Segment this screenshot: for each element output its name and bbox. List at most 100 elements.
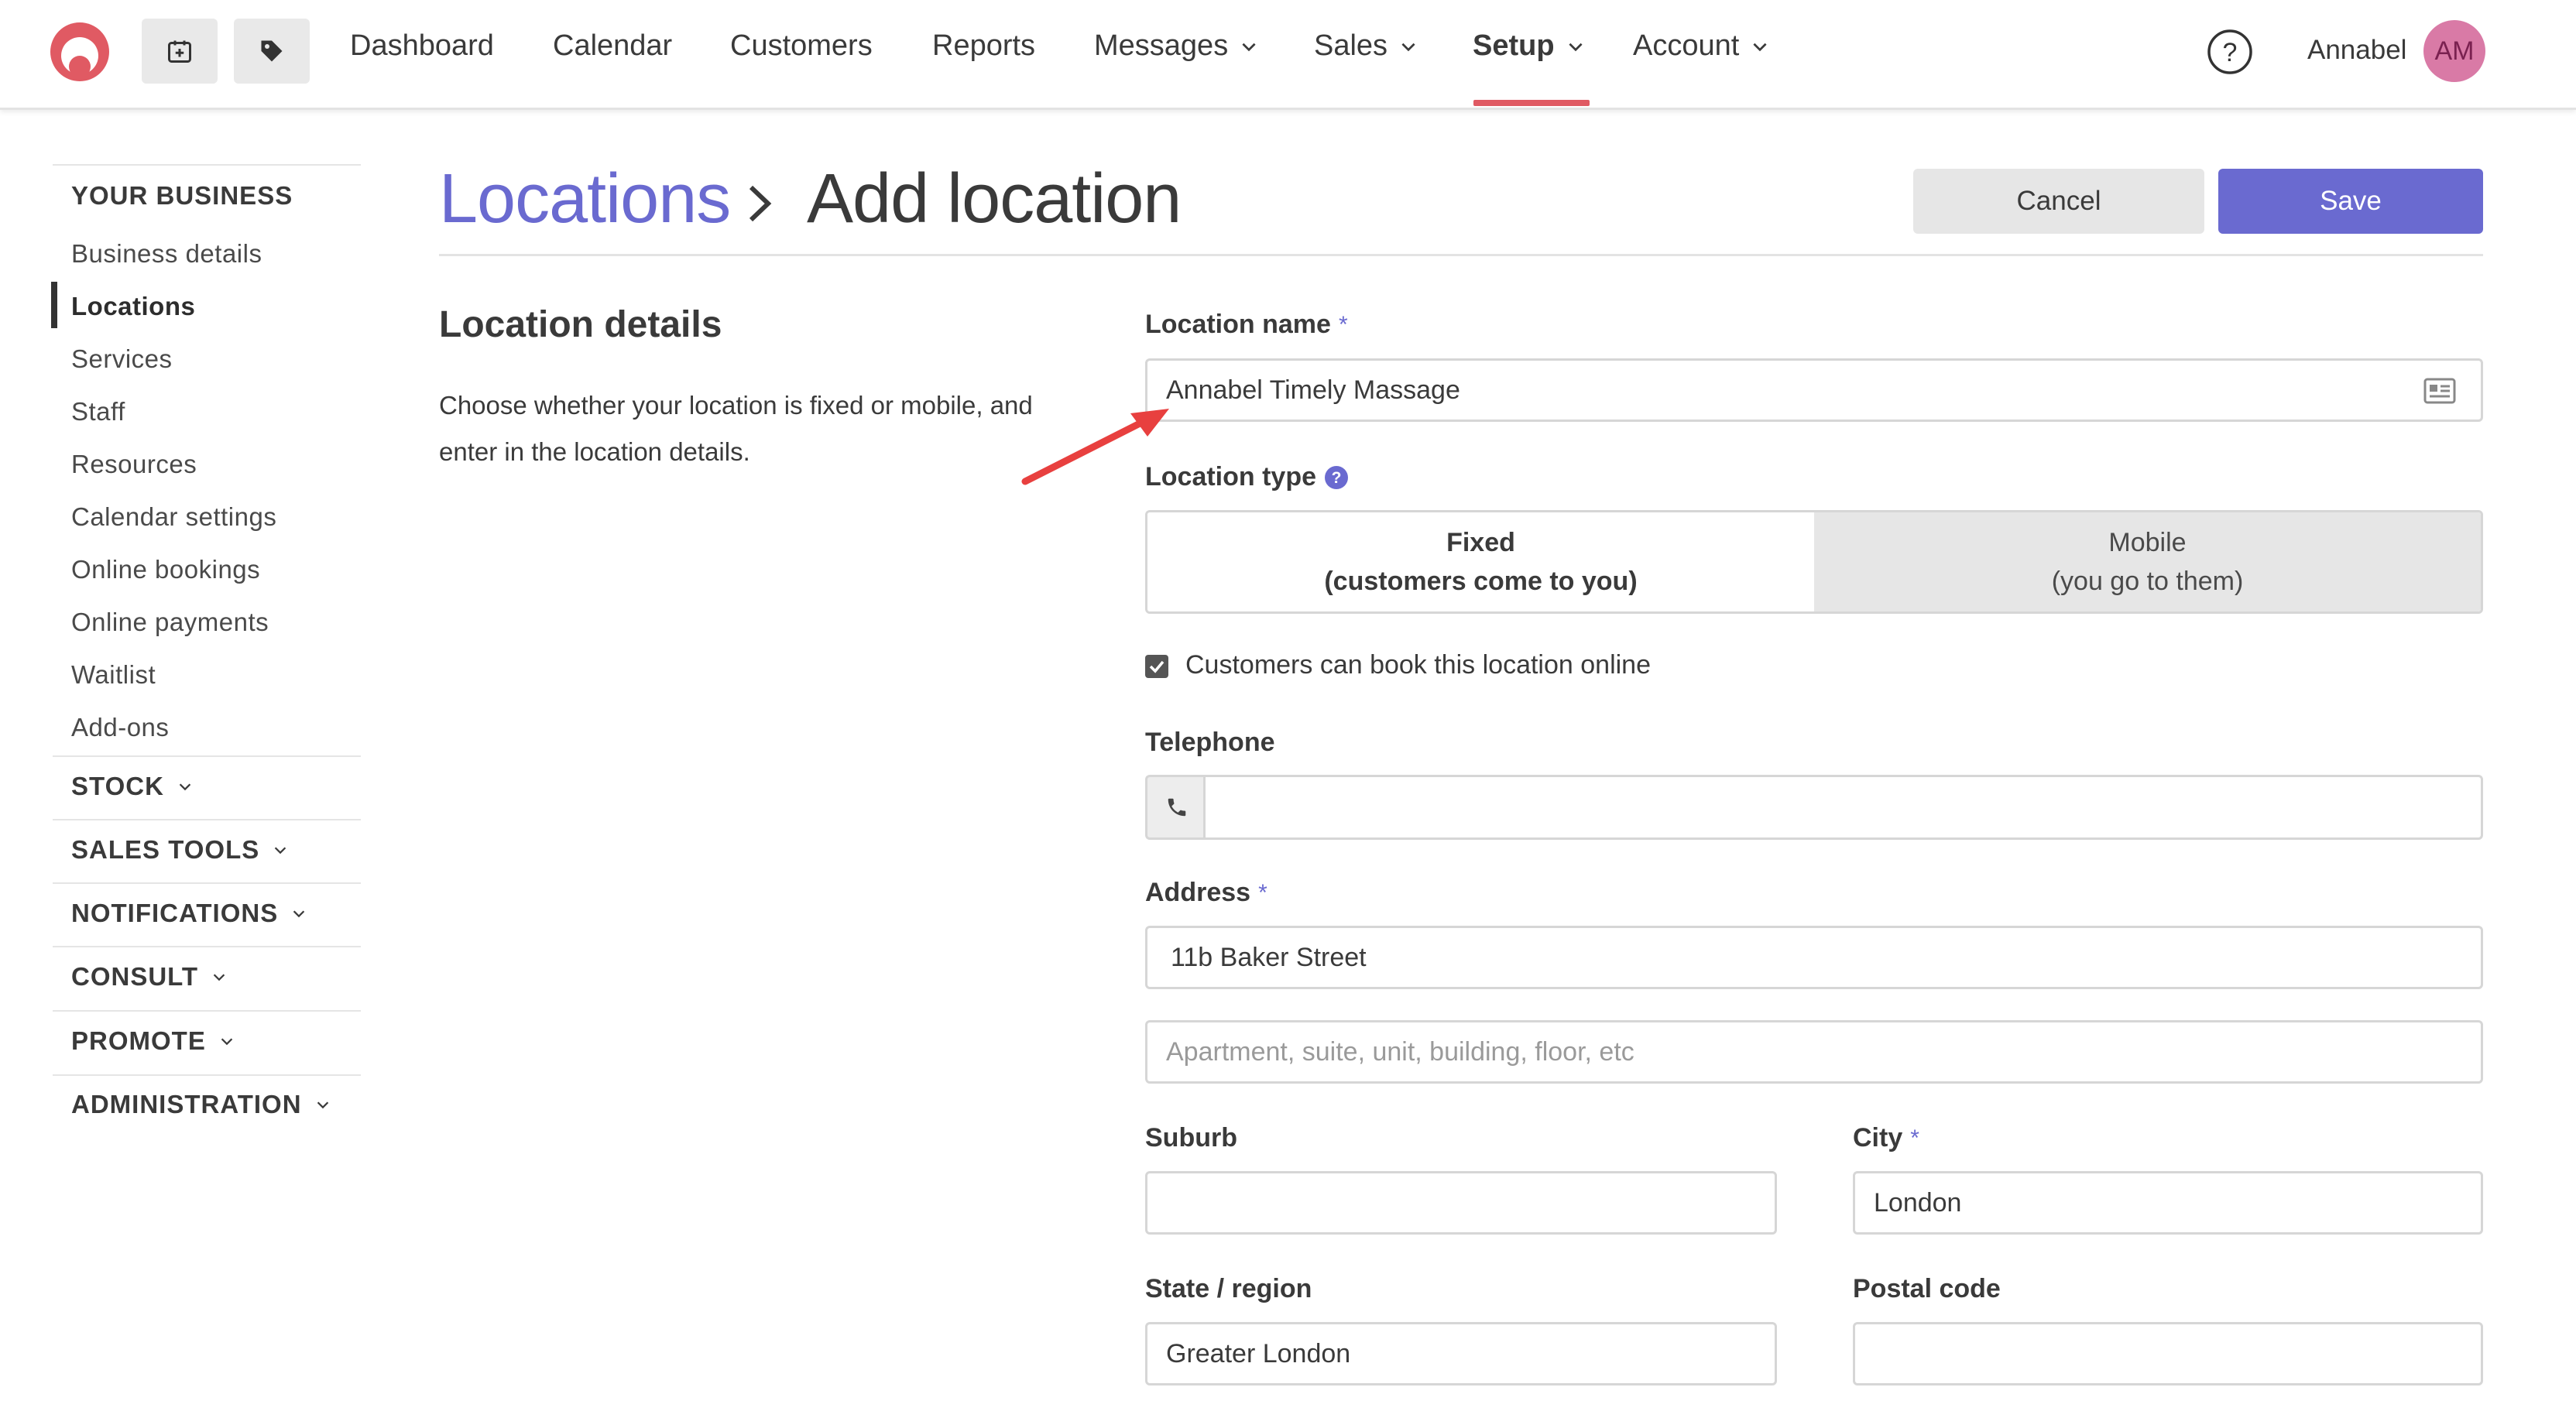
nav-account[interactable]: Account	[1633, 29, 1770, 63]
book-online-label[interactable]: Customers can book this location online	[1185, 650, 1651, 680]
sidebar-item-services[interactable]: Services	[71, 344, 173, 374]
nav-reports-label: Reports	[932, 29, 1036, 62]
state-region-value: Greater London	[1166, 1338, 1351, 1368]
sidebar-divider	[53, 1074, 361, 1076]
address-label: Address *	[1145, 878, 1267, 908]
svg-text:?: ?	[2223, 38, 2238, 67]
sidebar-section-sales-tools[interactable]: SALES TOOLS	[71, 835, 289, 865]
postal-code-input[interactable]	[1853, 1322, 2483, 1385]
chevron-down-icon	[275, 847, 286, 855]
suburb-label: Suburb	[1145, 1123, 1237, 1153]
telephone-label: Telephone	[1145, 728, 1275, 758]
sidebar-item-online-payments[interactable]: Online payments	[71, 608, 269, 637]
nav-reports[interactable]: Reports	[932, 29, 1035, 63]
location-type-label-text: Location type	[1145, 462, 1317, 492]
city-input[interactable]: London	[1853, 1171, 2483, 1235]
nav-setup[interactable]: Setup	[1473, 29, 1586, 63]
breadcrumb-locations-link[interactable]: Locations	[439, 159, 731, 239]
nav-account-label: Account	[1633, 29, 1740, 62]
chevron-down-icon	[317, 1101, 328, 1109]
sidebar-item-business-details[interactable]: Business details	[71, 239, 262, 269]
nav-setup-label: Setup	[1473, 29, 1555, 62]
timely-logo[interactable]	[48, 20, 111, 84]
sidebar-item-waitlist[interactable]: Waitlist	[71, 660, 156, 690]
nav-active-indicator	[1473, 100, 1590, 106]
avatar[interactable]: AM	[2423, 20, 2485, 82]
sidebar-item-add-ons[interactable]: Add-ons	[71, 713, 169, 742]
suburb-input[interactable]	[1145, 1171, 1777, 1235]
chevron-right-icon	[749, 185, 772, 222]
new-appointment-button[interactable]	[142, 19, 218, 84]
nav-dashboard[interactable]: Dashboard	[350, 29, 494, 63]
cancel-button[interactable]: Cancel	[1913, 169, 2204, 234]
mobile-option-subtitle: (you go to them)	[2051, 567, 2244, 596]
chevron-down-icon	[1401, 43, 1415, 51]
city-label: City *	[1853, 1123, 1919, 1153]
nav-customers-label: Customers	[730, 29, 873, 62]
required-mark: *	[1910, 1125, 1919, 1151]
required-mark: *	[1338, 311, 1348, 337]
sidebar-section-administration[interactable]: ADMINISTRATION	[71, 1090, 331, 1119]
telephone-label-text: Telephone	[1145, 728, 1275, 757]
user-name[interactable]: Annabel	[2307, 35, 2406, 66]
address-label-text: Address	[1145, 878, 1251, 907]
sidebar-section-label: SALES TOOLS	[71, 835, 260, 864]
sidebar-item-online-bookings[interactable]: Online bookings	[71, 555, 260, 584]
city-label-text: City	[1853, 1123, 1903, 1153]
sidebar-section-label: PROMOTE	[71, 1026, 206, 1055]
book-online-checkbox[interactable]	[1145, 655, 1168, 678]
sidebar-divider	[53, 755, 361, 757]
new-sale-button[interactable]	[234, 19, 310, 84]
sidebar-section-notifications[interactable]: NOTIFICATIONS	[71, 899, 307, 928]
sidebar-section-label: STOCK	[71, 772, 164, 800]
postal-code-label-text: Postal code	[1853, 1274, 2001, 1303]
location-name-value: Annabel Timely Massage	[1166, 375, 1460, 405]
section-title: Location details	[439, 304, 722, 345]
top-navigation-bar: Dashboard Calendar Customers Reports Mes…	[0, 0, 2576, 110]
sidebar-item-locations[interactable]: Locations	[71, 292, 195, 321]
save-button[interactable]: Save	[2218, 169, 2483, 234]
telephone-addon	[1145, 775, 1206, 840]
chevron-down-icon	[213, 974, 225, 981]
telephone-input[interactable]	[1203, 775, 2483, 840]
checkmark-icon	[1149, 660, 1165, 673]
city-value: London	[1874, 1187, 1962, 1218]
location-type-toggle: Fixed (customers come to you) Mobile (yo…	[1145, 510, 2483, 614]
address-line2-placeholder: Apartment, suite, unit, building, floor,…	[1166, 1036, 1634, 1067]
sidebar-divider	[53, 1010, 361, 1012]
help-icon[interactable]: ?	[2206, 28, 2254, 76]
calendar-plus-icon	[168, 40, 191, 63]
sidebar-section-label: CONSULT	[71, 962, 199, 991]
state-region-input[interactable]: Greater London	[1145, 1322, 1777, 1385]
chevron-down-icon	[221, 1038, 233, 1046]
address-line1-input[interactable]: 11b Baker Street	[1145, 926, 2483, 989]
nav-calendar-label: Calendar	[553, 29, 673, 62]
chevron-down-icon	[1242, 43, 1256, 51]
nav-customers[interactable]: Customers	[730, 29, 873, 63]
help-circle-icon[interactable]: ?	[1324, 465, 1349, 490]
location-type-fixed-option[interactable]: Fixed (customers come to you)	[1147, 512, 1814, 611]
location-type-mobile-option[interactable]: Mobile (you go to them)	[1814, 512, 2481, 611]
nav-sales[interactable]: Sales	[1314, 29, 1418, 63]
sidebar-section-consult[interactable]: CONSULT	[71, 962, 228, 992]
location-name-input[interactable]: Annabel Timely Massage	[1145, 358, 2483, 422]
sidebar-divider	[53, 164, 361, 166]
nav-calendar[interactable]: Calendar	[553, 29, 672, 63]
required-mark: *	[1258, 879, 1267, 906]
fixed-option-subtitle: (customers come to you)	[1324, 567, 1638, 596]
svg-text:?: ?	[1332, 469, 1342, 487]
chevron-down-icon	[293, 910, 305, 918]
header-divider	[439, 254, 2483, 256]
nav-messages[interactable]: Messages	[1094, 29, 1259, 63]
sidebar-item-staff[interactable]: Staff	[71, 397, 125, 426]
address-line1-value: 11b Baker Street	[1171, 942, 1367, 972]
suburb-label-text: Suburb	[1145, 1123, 1237, 1153]
chevron-down-icon	[1753, 43, 1767, 51]
sidebar-item-resources[interactable]: Resources	[71, 450, 197, 479]
tag-icon	[261, 40, 283, 62]
address-line2-input[interactable]: Apartment, suite, unit, building, floor,…	[1145, 1020, 2483, 1084]
sidebar-item-calendar-settings[interactable]: Calendar settings	[71, 502, 276, 532]
sidebar-section-label: ADMINISTRATION	[71, 1090, 302, 1118]
sidebar-section-stock[interactable]: STOCK	[71, 772, 194, 801]
sidebar-section-promote[interactable]: PROMOTE	[71, 1026, 235, 1056]
